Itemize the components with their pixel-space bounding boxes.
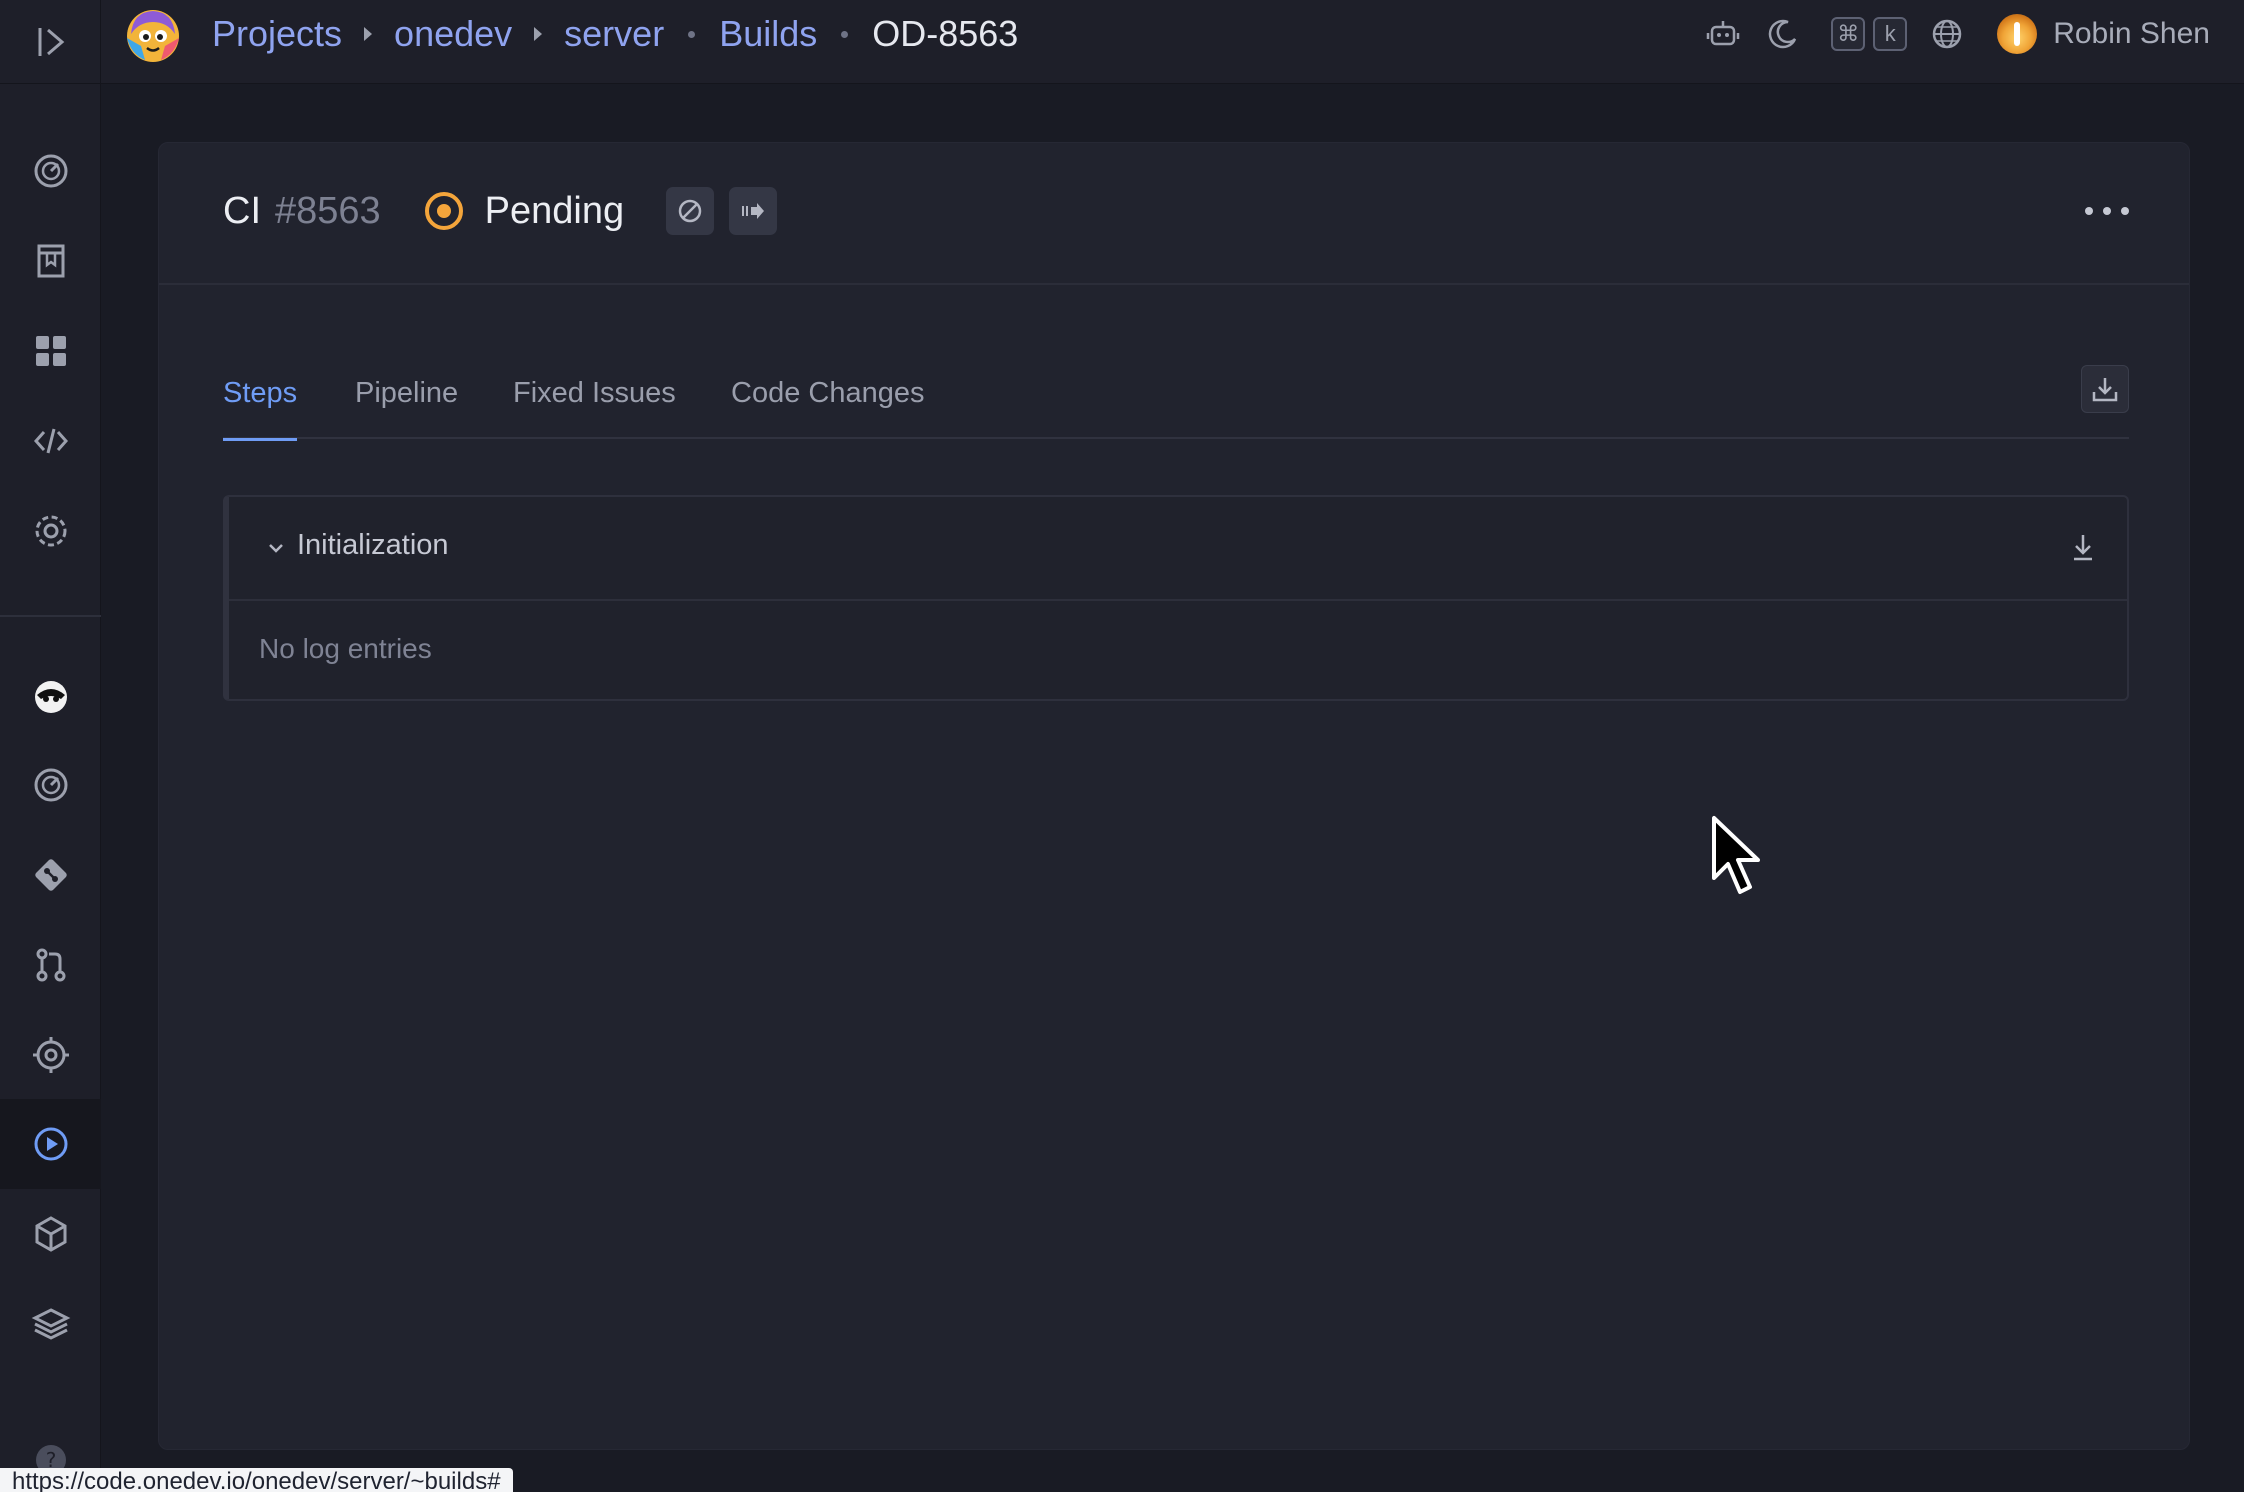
download-tray-icon — [2092, 378, 2118, 402]
cancel-build-button[interactable] — [666, 187, 715, 235]
status-bar-url: https://code.onedev.io/onedev/server/~bu… — [0, 1468, 513, 1492]
tab-fixed-issues[interactable]: Fixed Issues — [513, 365, 676, 439]
grid-icon — [35, 336, 66, 366]
build-header: CI #8563 Pending — [159, 143, 2189, 285]
download-icon[interactable] — [2065, 529, 2101, 565]
sidebar-item-code[interactable] — [0, 830, 101, 920]
step-name: Initialization — [297, 529, 449, 561]
view-queue-button[interactable] — [729, 187, 778, 235]
package-icon — [35, 1216, 66, 1252]
sidebar-item-dashboards[interactable] — [0, 126, 101, 216]
build-detail-card: CI #8563 Pending Steps Pipeline Fixed Is… — [158, 142, 2190, 1450]
sidebar-item-administration[interactable] — [0, 486, 101, 576]
queue-arrow-icon — [742, 203, 765, 219]
globe-icon — [1932, 19, 1962, 49]
sidebar-item-project-dashboard[interactable] — [0, 740, 101, 830]
breadcrumb: Projects onedev server Builds OD-8563 — [212, 0, 1018, 68]
gear-icon — [35, 515, 66, 547]
cancel-icon — [678, 199, 702, 223]
job-name: CI — [223, 189, 261, 232]
play-circle-icon — [34, 1127, 67, 1161]
sidebar-item-project-avatar[interactable] — [0, 652, 101, 742]
top-bar: Projects onedev server Builds OD-8563 ⌘ … — [101, 0, 2244, 84]
breadcrumb-caret-icon — [534, 27, 543, 41]
breadcrumb-builds-link[interactable]: Builds — [719, 13, 817, 55]
more-actions-button[interactable] — [2085, 197, 2129, 225]
more-dots-icon — [2085, 207, 2093, 215]
download-log-button[interactable] — [2081, 365, 2129, 413]
sidebar-item-pull-requests[interactable] — [0, 920, 101, 1010]
build-title: CI #8563 Pending — [223, 181, 778, 241]
git-icon — [34, 859, 67, 891]
step-header[interactable]: Initialization — [229, 497, 2127, 601]
top-bar-actions: ⌘ k Robin Shen — [1683, 0, 2210, 68]
mouse-cursor-icon — [1712, 816, 1760, 894]
layers-icon — [31, 1308, 70, 1340]
dark-mode-toggle[interactable] — [1763, 14, 1803, 54]
user-avatar[interactable] — [1997, 14, 2038, 54]
breadcrumb-dot-separator — [688, 30, 696, 38]
breadcrumb-caret-icon — [364, 27, 373, 41]
code-icon — [33, 428, 68, 454]
sidebar-item-packages[interactable] — [0, 1189, 101, 1279]
onedev-logo-icon[interactable] — [123, 6, 183, 66]
chevron-down-icon[interactable] — [265, 537, 287, 559]
app-root: ? Projects onedev server Builds OD-8563 — [0, 0, 2244, 1492]
tab-pipeline[interactable]: Pipeline — [355, 365, 458, 439]
breadcrumb-dot-separator — [841, 30, 849, 38]
no-log-entries-text: No log entries — [259, 633, 432, 664]
pull-request-icon — [36, 948, 65, 982]
sidebar-item-projects[interactable] — [0, 216, 101, 306]
sidebar-toggle-button[interactable] — [0, 0, 101, 84]
gauge-icon — [34, 154, 67, 188]
sidebar-expand-icon — [38, 27, 64, 56]
sidebar-item-issues[interactable] — [0, 1010, 101, 1100]
sidebar: ? — [0, 0, 101, 1492]
k-key-badge[interactable]: k — [1873, 17, 1908, 51]
breadcrumb-current-build: OD-8563 — [872, 13, 1019, 54]
sidebar-item-apps[interactable] — [0, 306, 101, 396]
language-button[interactable] — [1927, 14, 1967, 54]
step-panel: Initialization No log entries — [223, 495, 2129, 701]
build-number: #8563 — [275, 189, 381, 232]
sidebar-item-code-search[interactable] — [0, 396, 101, 486]
robot-icon — [1706, 21, 1740, 46]
tab-code-changes[interactable]: Code Changes — [731, 365, 924, 439]
bookmark-book-icon — [37, 244, 64, 278]
sidebar-divider — [0, 615, 101, 617]
ai-assistant-button[interactable] — [1703, 14, 1743, 54]
breadcrumb-project-link[interactable]: onedev — [394, 13, 512, 55]
target-icon — [32, 1037, 69, 1073]
moon-icon — [1768, 19, 1797, 49]
sidebar-item-child-projects[interactable] — [0, 1279, 101, 1369]
command-key-badge[interactable]: ⌘ — [1831, 17, 1866, 51]
tab-steps[interactable]: Steps — [223, 365, 298, 441]
pending-status-icon — [424, 192, 463, 230]
breadcrumb-subproject-link[interactable]: server — [564, 13, 664, 55]
build-status: Pending — [484, 189, 625, 232]
build-tabs: Steps Pipeline Fixed Issues Code Changes — [223, 365, 2129, 441]
project-avatar-icon — [34, 681, 67, 713]
gauge-icon — [34, 768, 67, 802]
user-name[interactable]: Robin Shen — [2053, 17, 2210, 51]
breadcrumb-projects-link[interactable]: Projects — [212, 13, 342, 55]
sidebar-item-builds[interactable] — [0, 1099, 101, 1189]
